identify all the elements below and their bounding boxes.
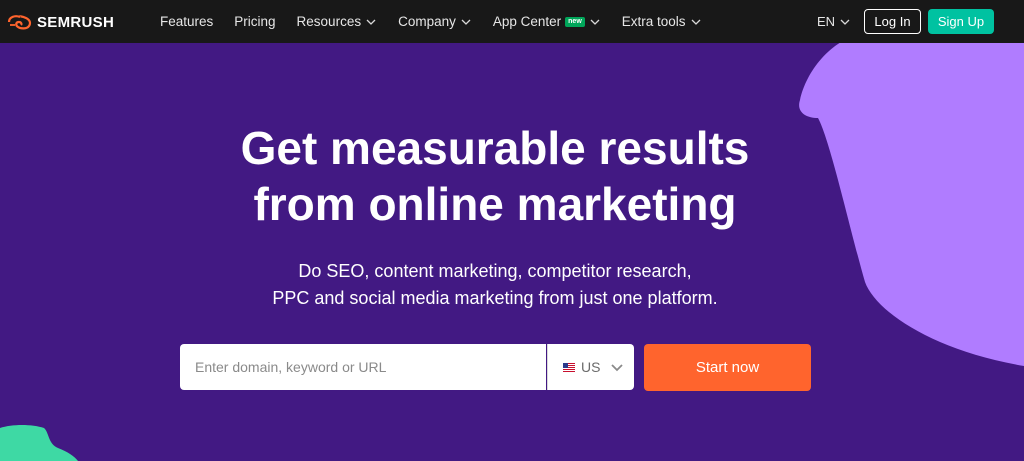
- nav-item-label: Resources: [296, 14, 362, 29]
- hero-subtitle-line: Do SEO, content marketing, competitor re…: [298, 261, 692, 281]
- nav-item-pricing[interactable]: Pricing: [234, 14, 275, 29]
- country-label: US: [581, 359, 601, 375]
- hero-title-line: from online marketing: [253, 178, 737, 230]
- nav-item-label: App Center: [492, 14, 562, 29]
- chevron-down-icon: [611, 364, 624, 372]
- nav-item-label: Company: [398, 14, 456, 29]
- brand-name: SEMRUSH: [37, 13, 115, 31]
- main-nav: Features Pricing Resources Company App C…: [160, 0, 723, 43]
- hero-subtitle-line: PPC and social media marketing from just…: [272, 288, 718, 308]
- login-button[interactable]: Log In: [864, 9, 921, 34]
- hero-subtitle: Do SEO, content marketing, competitor re…: [0, 258, 990, 312]
- semrush-logo[interactable]: SEMRUSH: [7, 12, 114, 32]
- nav-item-company[interactable]: Company: [398, 14, 472, 29]
- nav-item-features[interactable]: Features: [160, 14, 213, 29]
- chevron-down-icon: [366, 19, 376, 25]
- top-navigation-bar: SEMRUSH Features Pricing Resources Compa…: [0, 0, 1024, 43]
- search-input[interactable]: [193, 358, 537, 376]
- nav-item-label: Pricing: [234, 14, 276, 29]
- semrush-logo-icon: [7, 15, 32, 30]
- language-label: EN: [817, 14, 836, 29]
- country-selector[interactable]: US: [547, 344, 634, 390]
- chevron-down-icon: [840, 19, 850, 25]
- hero-title: Get measurable results from online marke…: [0, 120, 990, 232]
- nav-item-extra-tools[interactable]: Extra tools: [622, 14, 702, 29]
- start-now-button[interactable]: Start now: [644, 344, 811, 391]
- chevron-down-icon: [691, 19, 701, 25]
- chevron-down-icon: [590, 19, 600, 25]
- new-badge: new: [565, 16, 585, 27]
- nav-item-label: Features: [160, 14, 214, 29]
- language-selector[interactable]: EN: [817, 0, 851, 43]
- signup-button[interactable]: Sign Up: [928, 9, 994, 34]
- search-field: [180, 344, 546, 390]
- hero-title-line: Get measurable results: [240, 122, 750, 174]
- nav-item-resources[interactable]: Resources: [297, 14, 378, 29]
- nav-item-app-center[interactable]: App Center new: [493, 14, 601, 29]
- us-flag-icon: [563, 362, 575, 372]
- chevron-down-icon: [461, 19, 471, 25]
- nav-item-label: Extra tools: [621, 14, 686, 29]
- green-blob-shape: [0, 425, 78, 461]
